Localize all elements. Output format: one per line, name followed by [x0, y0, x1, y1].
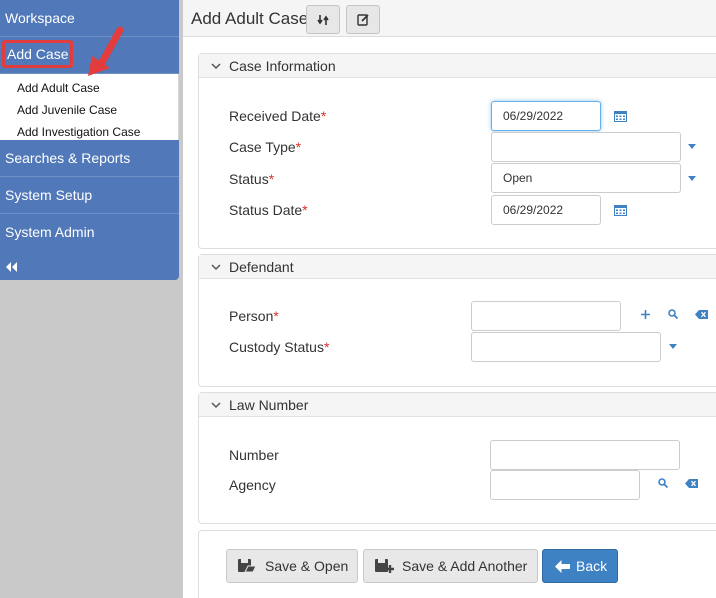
arrow-left-icon — [555, 559, 570, 573]
swap-button[interactable] — [306, 5, 340, 34]
person-input[interactable] — [471, 301, 621, 331]
law-number-header[interactable]: Law Number — [199, 393, 716, 417]
submenu-add-juvenile-case[interactable]: Add Juvenile Case — [0, 99, 178, 121]
custody-status-select[interactable] — [471, 332, 661, 362]
add-case-submenu: Add Adult Case Add Juvenile Case Add Inv… — [0, 74, 179, 140]
search-agency-button[interactable] — [657, 477, 669, 489]
backspace-icon — [684, 478, 698, 488]
save-add-another-label: Save & Add Another — [402, 558, 528, 574]
nav-add-case-label: Add Case — [2, 40, 74, 68]
save-plus-icon — [375, 559, 394, 573]
back-label: Back — [576, 558, 608, 574]
save-add-another-button[interactable]: Save & Add Another — [363, 549, 538, 583]
search-person-button[interactable] — [667, 308, 679, 320]
back-button[interactable]: Back — [542, 549, 618, 583]
clear-person-button[interactable] — [694, 308, 708, 320]
caret-down-icon[interactable] — [686, 142, 698, 150]
swap-icon — [317, 14, 329, 25]
main-panel: Add Adult Case Case Information Received… — [183, 0, 716, 598]
save-open-icon — [238, 559, 257, 573]
pointer-arrow-icon — [88, 26, 124, 76]
agency-label: Agency — [229, 477, 276, 493]
clear-agency-button[interactable] — [684, 477, 698, 489]
law-number-input[interactable] — [490, 440, 680, 470]
section-title: Case Information — [229, 57, 336, 74]
nav-searches-reports[interactable]: Searches & Reports — [0, 140, 179, 177]
backspace-icon — [694, 309, 708, 319]
custody-status-label: Custody Status* — [229, 339, 330, 355]
defendant-header[interactable]: Defendant — [199, 255, 716, 279]
edit-icon — [356, 14, 369, 26]
section-title: Defendant — [229, 258, 294, 275]
person-label: Person* — [229, 308, 279, 324]
calendar-icon[interactable] — [612, 202, 628, 218]
add-person-button[interactable] — [639, 308, 651, 320]
edit-button[interactable] — [346, 5, 380, 34]
calendar-icon[interactable] — [612, 108, 628, 124]
save-open-button[interactable]: Save & Open — [226, 549, 358, 583]
status-label: Status* — [229, 171, 275, 187]
agency-input[interactable] — [490, 470, 640, 500]
number-label: Number — [229, 447, 279, 463]
search-icon — [668, 309, 678, 319]
nav-system-admin[interactable]: System Admin — [0, 214, 179, 251]
double-chevron-left-icon[interactable] — [0, 251, 179, 275]
page-title: Add Adult Case — [191, 9, 309, 28]
nav-system-setup[interactable]: System Setup — [0, 177, 179, 214]
case-information-header[interactable]: Case Information — [199, 54, 716, 78]
status-select[interactable]: Open — [491, 163, 681, 193]
chevron-down-icon — [211, 401, 221, 408]
received-date-input[interactable]: 06/29/2022 — [491, 101, 601, 131]
section-title: Law Number — [229, 396, 309, 413]
case-type-label: Case Type* — [229, 139, 302, 155]
page-header: Add Adult Case — [183, 0, 716, 37]
chevron-down-icon — [211, 62, 221, 69]
received-date-label: Received Date* — [229, 108, 327, 124]
case-type-select[interactable] — [491, 132, 681, 162]
chevron-down-icon — [211, 263, 221, 270]
caret-down-icon[interactable] — [686, 174, 698, 182]
save-open-label: Save & Open — [265, 558, 349, 574]
plus-icon — [640, 309, 650, 319]
status-date-input[interactable]: 06/29/2022 — [491, 195, 601, 225]
search-icon — [658, 478, 668, 488]
status-date-label: Status Date* — [229, 202, 308, 218]
caret-down-icon[interactable] — [667, 342, 679, 350]
submenu-add-adult-case[interactable]: Add Adult Case — [0, 77, 178, 99]
